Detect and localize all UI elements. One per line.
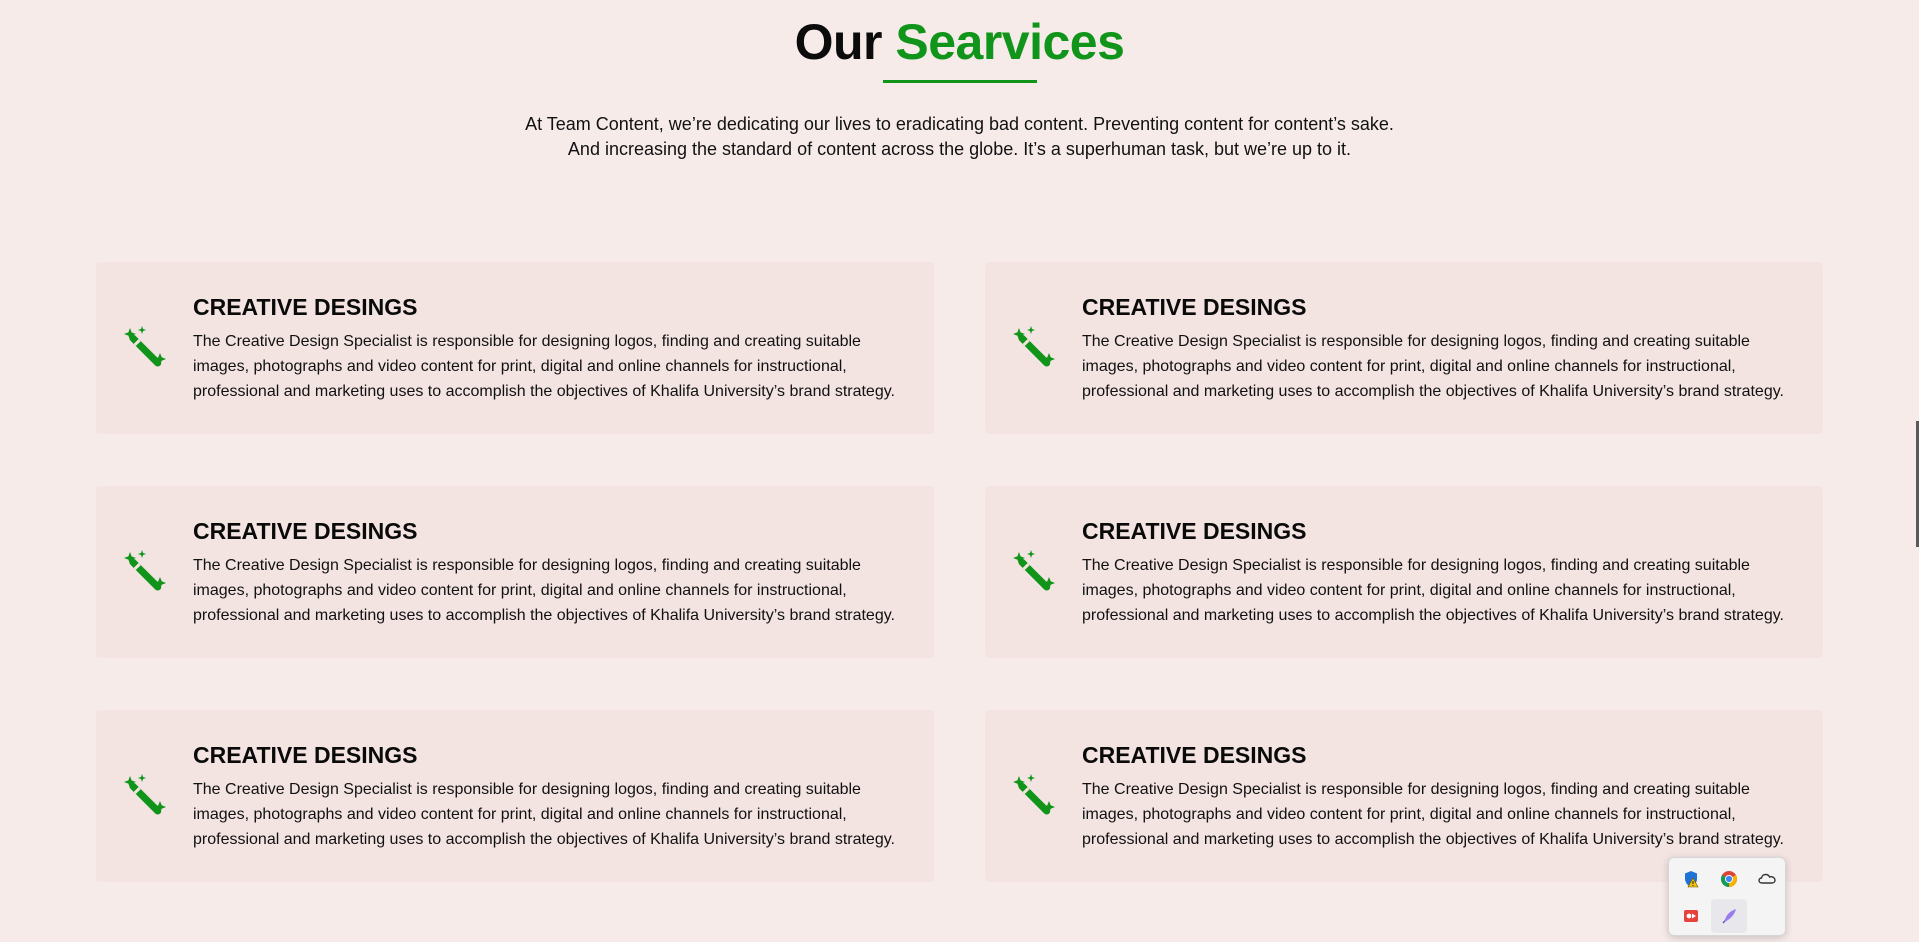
service-card: CREATIVE DESINGS The Creative Design Spe… — [96, 710, 934, 882]
magic-wand-sparkles-icon — [122, 550, 168, 596]
service-card-text: The Creative Design Specialist is respon… — [1082, 781, 1784, 848]
magic-wand-sparkles-icon — [122, 774, 168, 820]
service-card-text: The Creative Design Specialist is respon… — [1082, 333, 1784, 400]
service-card-title: CREATIVE DESINGS — [1082, 518, 1307, 544]
cloud-icon[interactable] — [1749, 862, 1785, 896]
magic-wand-sparkles-icon — [1011, 326, 1057, 372]
service-card-title: CREATIVE DESINGS — [1082, 742, 1307, 768]
magic-wand-sparkles-icon — [1011, 550, 1057, 596]
heading-word-services: Searvices — [895, 14, 1125, 70]
service-card: CREATIVE DESINGS The Creative Design Spe… — [985, 486, 1823, 658]
heading-underline — [883, 80, 1037, 83]
intro-line-1: At Team Content, we’re dedicating our li… — [525, 114, 1394, 134]
heading-word-our: Our — [794, 14, 883, 70]
record-icon[interactable] — [1673, 899, 1709, 933]
service-card-text: The Creative Design Specialist is respon… — [193, 781, 895, 848]
service-card-text: The Creative Design Specialist is respon… — [193, 557, 895, 624]
system-tray-overflow — [1668, 857, 1786, 936]
magic-wand-sparkles-icon — [122, 326, 168, 372]
chrome-icon[interactable] — [1711, 862, 1747, 896]
page: Our Searvices At Team Content, we’re ded… — [0, 0, 1919, 942]
service-card-title: CREATIVE DESINGS — [1082, 294, 1307, 320]
service-card: CREATIVE DESINGS The Creative Design Spe… — [96, 486, 934, 658]
intro-text: At Team Content, we’re dedicating our li… — [0, 112, 1919, 162]
security-warning-icon[interactable] — [1673, 862, 1709, 896]
service-card-title: CREATIVE DESINGS — [193, 294, 418, 320]
service-card-text: The Creative Design Specialist is respon… — [193, 333, 895, 400]
service-card: CREATIVE DESINGS The Creative Design Spe… — [96, 262, 934, 434]
service-card-title: CREATIVE DESINGS — [193, 742, 418, 768]
service-card-title: CREATIVE DESINGS — [193, 518, 418, 544]
intro-line-2: And increasing the standard of content a… — [567, 139, 1352, 159]
feather-pen-icon[interactable] — [1711, 899, 1747, 933]
magic-wand-sparkles-icon — [1011, 774, 1057, 820]
section-heading: Our Searvices — [0, 10, 1919, 74]
service-card: CREATIVE DESINGS The Creative Design Spe… — [985, 262, 1823, 434]
service-card-text: The Creative Design Specialist is respon… — [1082, 557, 1784, 624]
